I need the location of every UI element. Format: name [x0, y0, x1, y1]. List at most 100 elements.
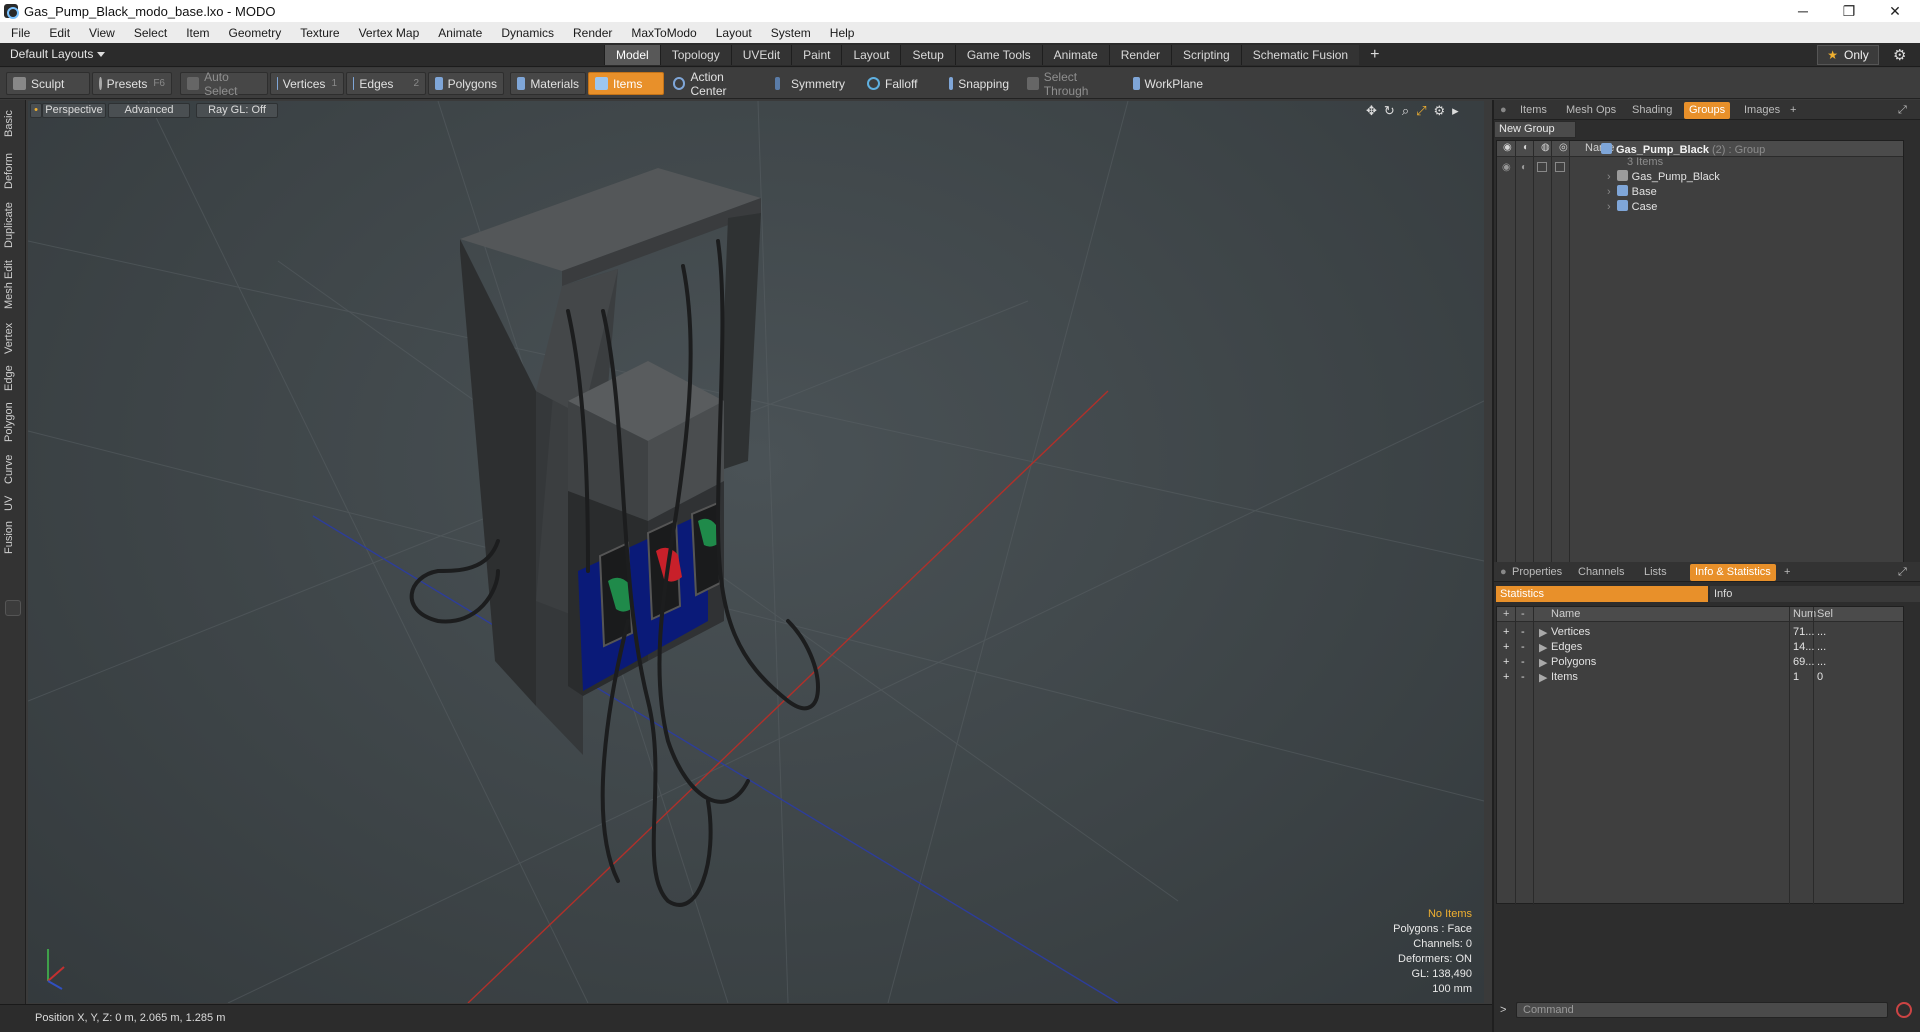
menu-view[interactable]: View [78, 26, 123, 40]
add-panel-tab-icon[interactable]: + [1784, 564, 1790, 581]
tab-uvedit[interactable]: UVEdit [730, 45, 792, 65]
layouts-dropdown[interactable]: Default Layouts [10, 47, 106, 61]
tab-fusion[interactable]: Fusion [3, 518, 23, 556]
panel-expand-icon[interactable]: ⤢ [1898, 564, 1907, 581]
tab-game-tools[interactable]: Game Tools [954, 45, 1042, 65]
workplane-button[interactable]: WorkPlane [1126, 72, 1210, 95]
maximize-button[interactable]: ❐ [1826, 0, 1872, 22]
snapping-button[interactable]: Snapping [942, 72, 1016, 95]
stats-row-vertices[interactable]: + - ▶ Vertices 71... ... [1497, 625, 1903, 640]
command-input[interactable]: Command [1516, 1002, 1888, 1018]
menu-texture[interactable]: Texture [289, 26, 347, 40]
group-child-case[interactable]: › Case [1607, 200, 1657, 213]
tab-topology[interactable]: Topology [659, 45, 731, 65]
new-group-button[interactable]: New Group [1494, 121, 1576, 138]
menu-layout[interactable]: Layout [705, 26, 760, 40]
record-macro-icon[interactable] [1896, 1002, 1912, 1018]
subtab-statistics[interactable]: Statistics [1496, 586, 1708, 602]
only-button[interactable]: ★ Only [1817, 45, 1879, 65]
menu-select[interactable]: Select [123, 26, 175, 40]
subtab-info[interactable]: Info [1710, 586, 1920, 602]
tab-duplicate[interactable]: Duplicate [3, 198, 23, 252]
panel-menu-dot[interactable]: ● [1500, 102, 1507, 119]
stats-row-items[interactable]: + - ▶ Items 1 0 [1497, 670, 1903, 685]
tab-shading[interactable]: Shading [1632, 102, 1672, 119]
rotate-view-icon[interactable]: ↻ [1384, 103, 1402, 118]
tab-basic[interactable]: Basic [3, 104, 23, 144]
shading-dropdown[interactable]: Advanced [108, 103, 190, 118]
tab-setup[interactable]: Setup [900, 45, 955, 65]
vertices-button[interactable]: Vertices 1 [270, 72, 344, 95]
group-child-gas-pump[interactable]: › Gas_Pump_Black [1607, 170, 1720, 183]
tab-info-statistics[interactable]: Info & Statistics [1690, 564, 1776, 581]
tab-images[interactable]: Images [1744, 102, 1780, 119]
menu-render[interactable]: Render [562, 26, 620, 40]
sculpt-button[interactable]: Sculpt [6, 72, 90, 95]
materials-button[interactable]: Materials [510, 72, 586, 95]
tab-curve[interactable]: Curve [3, 450, 23, 488]
fit-view-icon[interactable]: ⤢ [1416, 103, 1433, 118]
panel-expand-icon[interactable]: ⤢ [1898, 102, 1907, 119]
panel-menu-dot[interactable]: ● [1500, 564, 1507, 581]
raygl-toggle[interactable]: Ray GL: Off [196, 103, 278, 118]
tab-model[interactable]: Model [604, 45, 660, 65]
symmetry-button[interactable]: Symmetry [768, 72, 852, 95]
menu-geometry[interactable]: Geometry [218, 26, 290, 40]
minimize-button[interactable]: ─ [1780, 0, 1826, 22]
tab-channels[interactable]: Channels [1578, 564, 1624, 581]
tab-polygon[interactable]: Polygon [3, 398, 23, 446]
tab-properties[interactable]: Properties [1512, 564, 1562, 581]
tab-mesh-edit[interactable]: Mesh Edit [3, 256, 23, 314]
tab-animate[interactable]: Animate [1041, 45, 1109, 65]
close-button[interactable]: ✕ [1872, 0, 1918, 22]
row-visibility-icon[interactable]: ◉ [1502, 162, 1511, 173]
tab-lists[interactable]: Lists [1644, 564, 1667, 581]
add-tab-icon[interactable]: + [1359, 45, 1390, 65]
auto-select-button[interactable]: Auto Select [180, 70, 268, 98]
expand-toggle[interactable] [5, 600, 21, 616]
menu-animate[interactable]: Animate [427, 26, 490, 40]
tab-vertex[interactable]: Vertex [3, 318, 23, 358]
group-child-base[interactable]: › Base [1607, 185, 1657, 198]
tab-deform[interactable]: Deform [3, 148, 23, 194]
presets-button[interactable]: Presets F6 [92, 72, 172, 95]
row-render-icon[interactable]: ◐ [1521, 162, 1527, 173]
gear-icon[interactable]: ⚙ [1893, 46, 1906, 64]
viewport-3d[interactable]: • Perspective Advanced Ray GL: Off ✥↻⌕⤢⚙… [28, 101, 1484, 1003]
add-panel-tab-icon[interactable]: + [1790, 102, 1796, 119]
edges-button[interactable]: Edges 2 [346, 72, 426, 95]
expand-arrow-icon[interactable]: ▶ [1539, 671, 1547, 684]
row-lock-toggle[interactable] [1537, 162, 1547, 172]
stats-row-polygons[interactable]: + - ▶ Polygons 69... ... [1497, 655, 1903, 670]
menu-dynamics[interactable]: Dynamics [490, 26, 562, 40]
tab-render[interactable]: Render [1108, 45, 1172, 65]
expand-arrow-icon[interactable]: ▶ [1539, 626, 1547, 639]
tab-scripting[interactable]: Scripting [1171, 45, 1241, 65]
menu-file[interactable]: File [0, 26, 38, 40]
menu-item[interactable]: Item [175, 26, 217, 40]
tab-groups[interactable]: Groups [1684, 102, 1731, 119]
viewport-menu-dot[interactable]: • [30, 103, 42, 118]
polygons-button[interactable]: Polygons [428, 72, 504, 95]
tab-uv[interactable]: UV [3, 492, 23, 514]
menu-maxtomodo[interactable]: MaxToModo [620, 26, 704, 40]
stats-row-edges[interactable]: + - ▶ Edges 14... ... [1497, 640, 1903, 655]
view-type-dropdown[interactable]: Perspective [42, 103, 106, 118]
expand-arrow-icon[interactable]: ▶ [1539, 641, 1547, 654]
falloff-button[interactable]: Falloff [860, 72, 940, 95]
action-center-button[interactable]: Action Center [666, 70, 766, 98]
menu-system[interactable]: System [760, 26, 819, 40]
select-through-button[interactable]: Select Through [1020, 70, 1124, 98]
viewport-settings-icon[interactable]: ⚙ [1434, 103, 1453, 118]
expand-arrow-icon[interactable]: ▶ [1539, 656, 1547, 669]
menu-edit[interactable]: Edit [38, 26, 78, 40]
menu-vertex-map[interactable]: Vertex Map [348, 26, 428, 40]
tab-items[interactable]: Items [1520, 102, 1547, 119]
row-select-toggle[interactable] [1555, 162, 1565, 172]
tab-paint[interactable]: Paint [791, 45, 842, 65]
group-row[interactable]: Gas_Pump_Black (2) : Group [1601, 143, 1765, 156]
zoom-view-icon[interactable]: ⌕ [1402, 103, 1416, 118]
viewport-expand-icon[interactable]: ▸ [1452, 103, 1466, 118]
items-button[interactable]: Items [588, 72, 664, 95]
tab-schematic-fusion[interactable]: Schematic Fusion [1240, 45, 1360, 65]
